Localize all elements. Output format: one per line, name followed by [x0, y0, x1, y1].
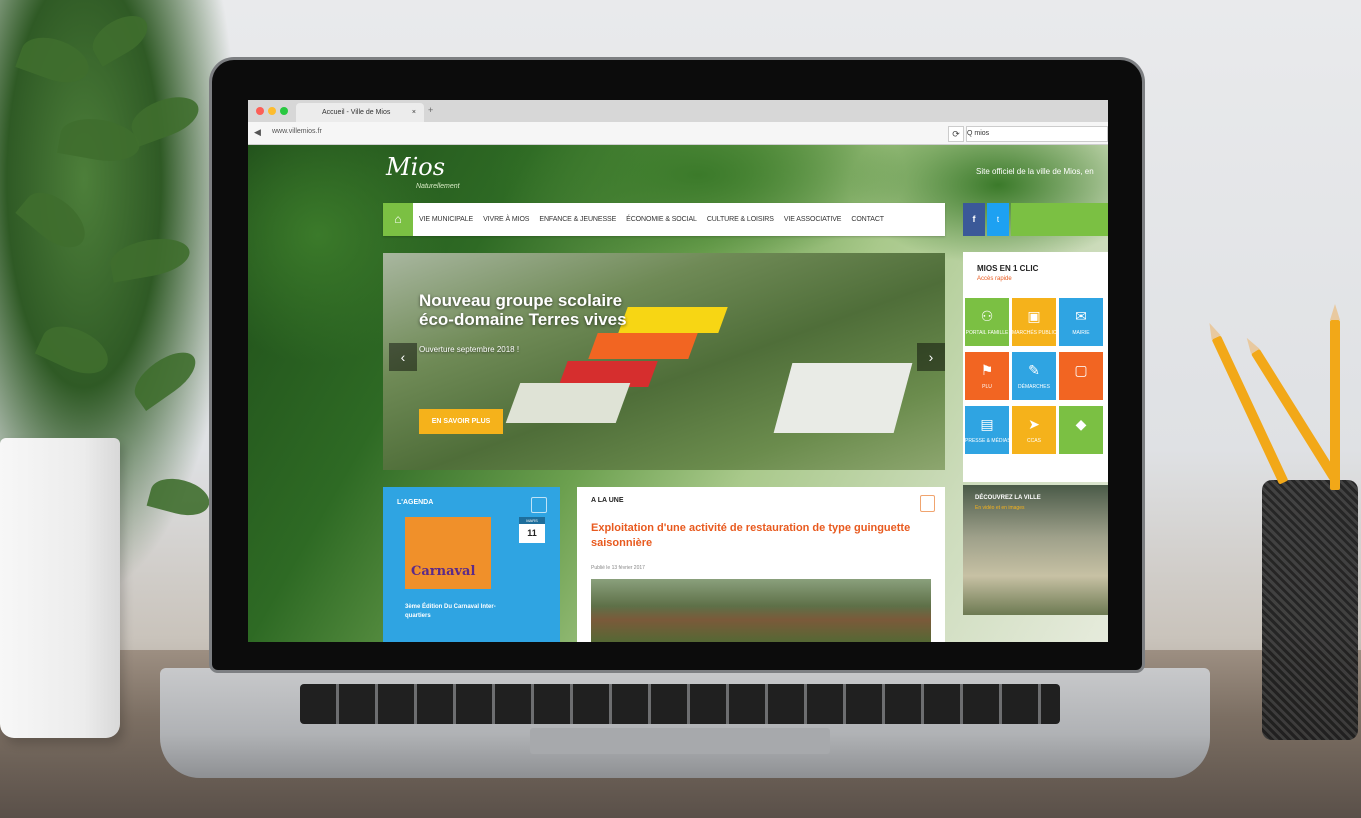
twitter-icon[interactable]: t: [987, 203, 1009, 236]
quick-access-tile[interactable]: ▣ MARCHÉS PUBLICS: [1012, 298, 1060, 346]
news-panel: A LA UNE Exploitation d'une activité de …: [577, 487, 945, 642]
tile-label: PLU: [982, 384, 992, 390]
slider-next-icon[interactable]: ›: [917, 343, 945, 371]
nav-item-vie-associative[interactable]: VIE ASSOCIATIVE: [784, 216, 842, 223]
main-navigation: ⌂ VIE MUNICIPALE VIVRE À MIOS ENFANCE & …: [383, 203, 945, 236]
back-icon[interactable]: ◀: [254, 127, 261, 138]
pencil: [1242, 335, 1339, 482]
website-page: Mios Naturellement Site officiel de la v…: [248, 145, 1108, 642]
reload-icon[interactable]: ⟳: [948, 126, 964, 142]
hero-slider: Nouveau groupe scolaire éco-domaine Terre…: [383, 253, 945, 470]
nav-item-vie-municipale[interactable]: VIE MUNICIPALE: [419, 216, 473, 223]
tile-icon: ⚇: [980, 308, 994, 324]
tile-label: PRESSE & MÉDIAS: [965, 438, 1011, 444]
quick-access-tile[interactable]: ➤ CCAS: [1012, 406, 1056, 454]
quick-access-tile[interactable]: ✎ DÉMARCHES: [1012, 352, 1056, 400]
pencil-cup: [1262, 480, 1358, 740]
tile-label: PORTAIL FAMILLE: [965, 330, 1009, 336]
quick-access-tile[interactable]: ▤ PRESSE & MÉDIAS: [965, 406, 1011, 454]
tile-icon: ⚑: [980, 362, 994, 378]
hero-title: Nouveau groupe scolaire éco-domaine Terre…: [419, 291, 627, 329]
news-headline[interactable]: Exploitation d'une activité de restaurat…: [591, 521, 931, 551]
facebook-icon[interactable]: f: [963, 203, 985, 236]
search-input[interactable]: Q mios: [966, 126, 1108, 142]
pencil: [1204, 320, 1289, 485]
close-tab-icon[interactable]: ×: [412, 103, 416, 122]
agenda-title: L'AGENDA: [397, 499, 434, 506]
nav-item-enfance-jeunesse[interactable]: ENFANCE & JEUNESSE: [539, 216, 616, 223]
news-image[interactable]: [591, 579, 931, 642]
tab-bar: Accueil - Ville de Mios × +: [248, 100, 1108, 122]
quick-access-tile[interactable]: ⚑ PLU: [965, 352, 1009, 400]
news-date: Publié le 13 février 2017: [591, 565, 645, 571]
quick-access-tile[interactable]: ◆: [1059, 406, 1103, 454]
tile-label: DÉMARCHES: [1018, 384, 1050, 390]
url-field[interactable]: www.villemios.fr: [272, 128, 322, 135]
minimize-window-icon[interactable]: [268, 107, 276, 115]
site-logo[interactable]: Mios: [386, 153, 445, 181]
event-image[interactable]: Carnaval: [405, 517, 491, 589]
news-section-title: A LA UNE: [591, 497, 624, 504]
laptop-keyboard: [300, 684, 1060, 724]
site-logo-sub: Naturellement: [416, 183, 460, 190]
tile-icon: ▤: [980, 416, 994, 432]
address-bar: ◀ www.villemios.fr ⟳ Q mios: [248, 122, 1108, 145]
discover-subtitle: En vidéo et en images: [975, 505, 1025, 511]
nav-item-economie-social[interactable]: ÉCONOMIE & SOCIAL: [626, 216, 697, 223]
quick-access-tile[interactable]: ⚇ PORTAIL FAMILLE: [965, 298, 1009, 346]
social-search-bar[interactable]: [1011, 203, 1108, 236]
tile-icon: ▢: [1074, 362, 1088, 378]
maximize-window-icon[interactable]: [280, 107, 288, 115]
quick-access-panel: MIOS EN 1 CLIC Accès rapide ⚇ PORTAIL FAM…: [963, 252, 1108, 482]
discover-title: DÉCOUVREZ LA VILLE: [975, 495, 1041, 501]
quick-access-title: MIOS EN 1 CLIC: [977, 264, 1039, 273]
new-tab-button[interactable]: +: [428, 105, 433, 115]
discover-panel[interactable]: DÉCOUVREZ LA VILLE En vidéo et en images: [963, 485, 1108, 615]
tile-label: MARCHÉS PUBLICS: [1012, 330, 1060, 336]
calendar-icon[interactable]: [531, 497, 547, 513]
quick-access-subtitle: Accès rapide: [977, 276, 1012, 282]
laptop-trackpad: [530, 728, 830, 754]
tile-icon: ✉: [1075, 308, 1087, 324]
event-caption[interactable]: 3ème Édition Du Carnaval Inter-quartiers: [405, 603, 515, 621]
quick-access-tile[interactable]: ▢: [1059, 352, 1103, 400]
tile-icon: ◆: [1075, 416, 1087, 432]
tile-icon: ✎: [1028, 362, 1040, 378]
agenda-panel: L'AGENDA Carnaval MARS 11 3ème Édition D…: [383, 487, 560, 642]
browser-window: Accueil - Ville de Mios × + ◀ www.villem…: [248, 100, 1108, 642]
site-tagline: Site officiel de la ville de Mios, en: [976, 167, 1094, 176]
nav-item-culture-loisirs[interactable]: CULTURE & LOISIRS: [707, 216, 774, 223]
hero-subtitle: Ouverture septembre 2018 !: [419, 345, 520, 354]
white-mug: [0, 438, 120, 738]
social-bar: f t: [963, 203, 1108, 236]
hero-button[interactable]: EN SAVOIR PLUS: [419, 409, 503, 434]
tile-label: CCAS: [1027, 438, 1041, 444]
nav-item-contact[interactable]: CONTACT: [851, 216, 884, 223]
home-icon[interactable]: ⌂: [383, 203, 413, 236]
tile-icon: ➤: [1028, 416, 1040, 432]
browser-tab[interactable]: Accueil - Ville de Mios ×: [296, 103, 424, 122]
event-date-badge: MARS 11: [519, 517, 545, 543]
close-window-icon[interactable]: [256, 107, 264, 115]
tile-icon: ▣: [1027, 308, 1041, 324]
quick-access-tile[interactable]: ✉ MAIRIE: [1059, 298, 1103, 346]
tile-label: MAIRIE: [1072, 330, 1090, 336]
nav-item-vivre-a-mios[interactable]: VIVRE À MIOS: [483, 216, 529, 223]
slider-prev-icon[interactable]: ‹: [389, 343, 417, 371]
tab-title: Accueil - Ville de Mios: [322, 109, 391, 116]
pencil: [1330, 304, 1340, 490]
document-icon[interactable]: [920, 495, 935, 512]
